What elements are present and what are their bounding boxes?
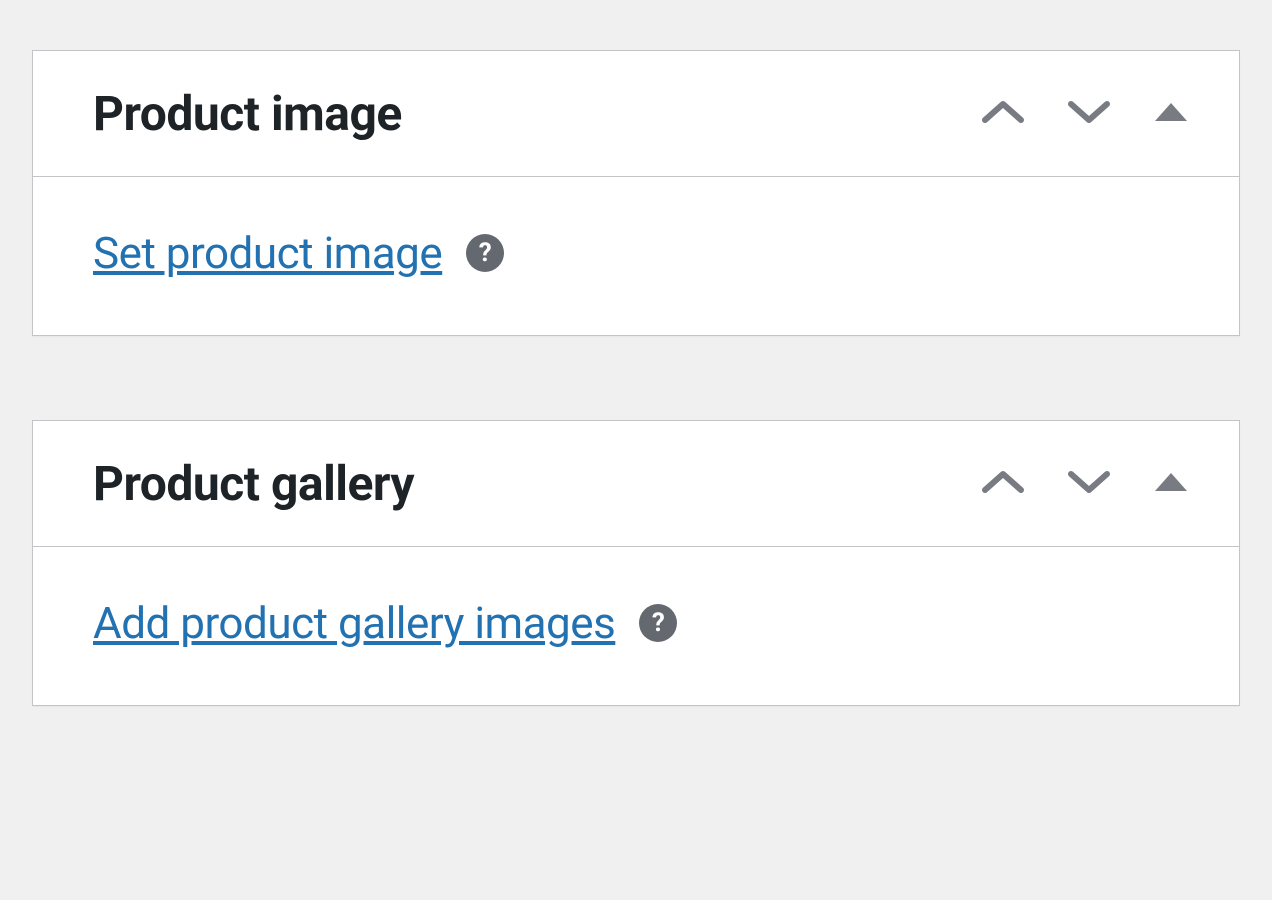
move-up-button[interactable] [981,98,1025,129]
toggle-panel-button[interactable] [1153,101,1189,126]
panel-body: Add product gallery images ? [33,547,1239,705]
chevron-up-icon [981,468,1025,499]
panel-controls [981,468,1189,499]
panel-controls [981,98,1189,129]
chevron-down-icon [1067,468,1111,499]
panel-title: Product gallery [93,455,414,512]
panel-header: Product image [33,51,1239,177]
chevron-up-icon [981,98,1025,129]
panel-title: Product image [93,85,402,142]
product-image-panel: Product image [32,50,1240,336]
move-down-button[interactable] [1067,468,1111,499]
move-up-button[interactable] [981,468,1025,499]
toggle-panel-button[interactable] [1153,471,1189,496]
set-product-image-link[interactable]: Set product image [93,227,442,279]
product-gallery-panel: Product gallery [32,420,1240,706]
move-down-button[interactable] [1067,98,1111,129]
add-gallery-images-link[interactable]: Add product gallery images [93,597,615,649]
triangle-up-icon [1153,471,1189,496]
chevron-down-icon [1067,98,1111,129]
triangle-up-icon [1153,101,1189,126]
panel-body: Set product image ? [33,177,1239,335]
panel-header: Product gallery [33,421,1239,547]
help-icon[interactable]: ? [466,234,504,272]
help-icon[interactable]: ? [639,604,677,642]
